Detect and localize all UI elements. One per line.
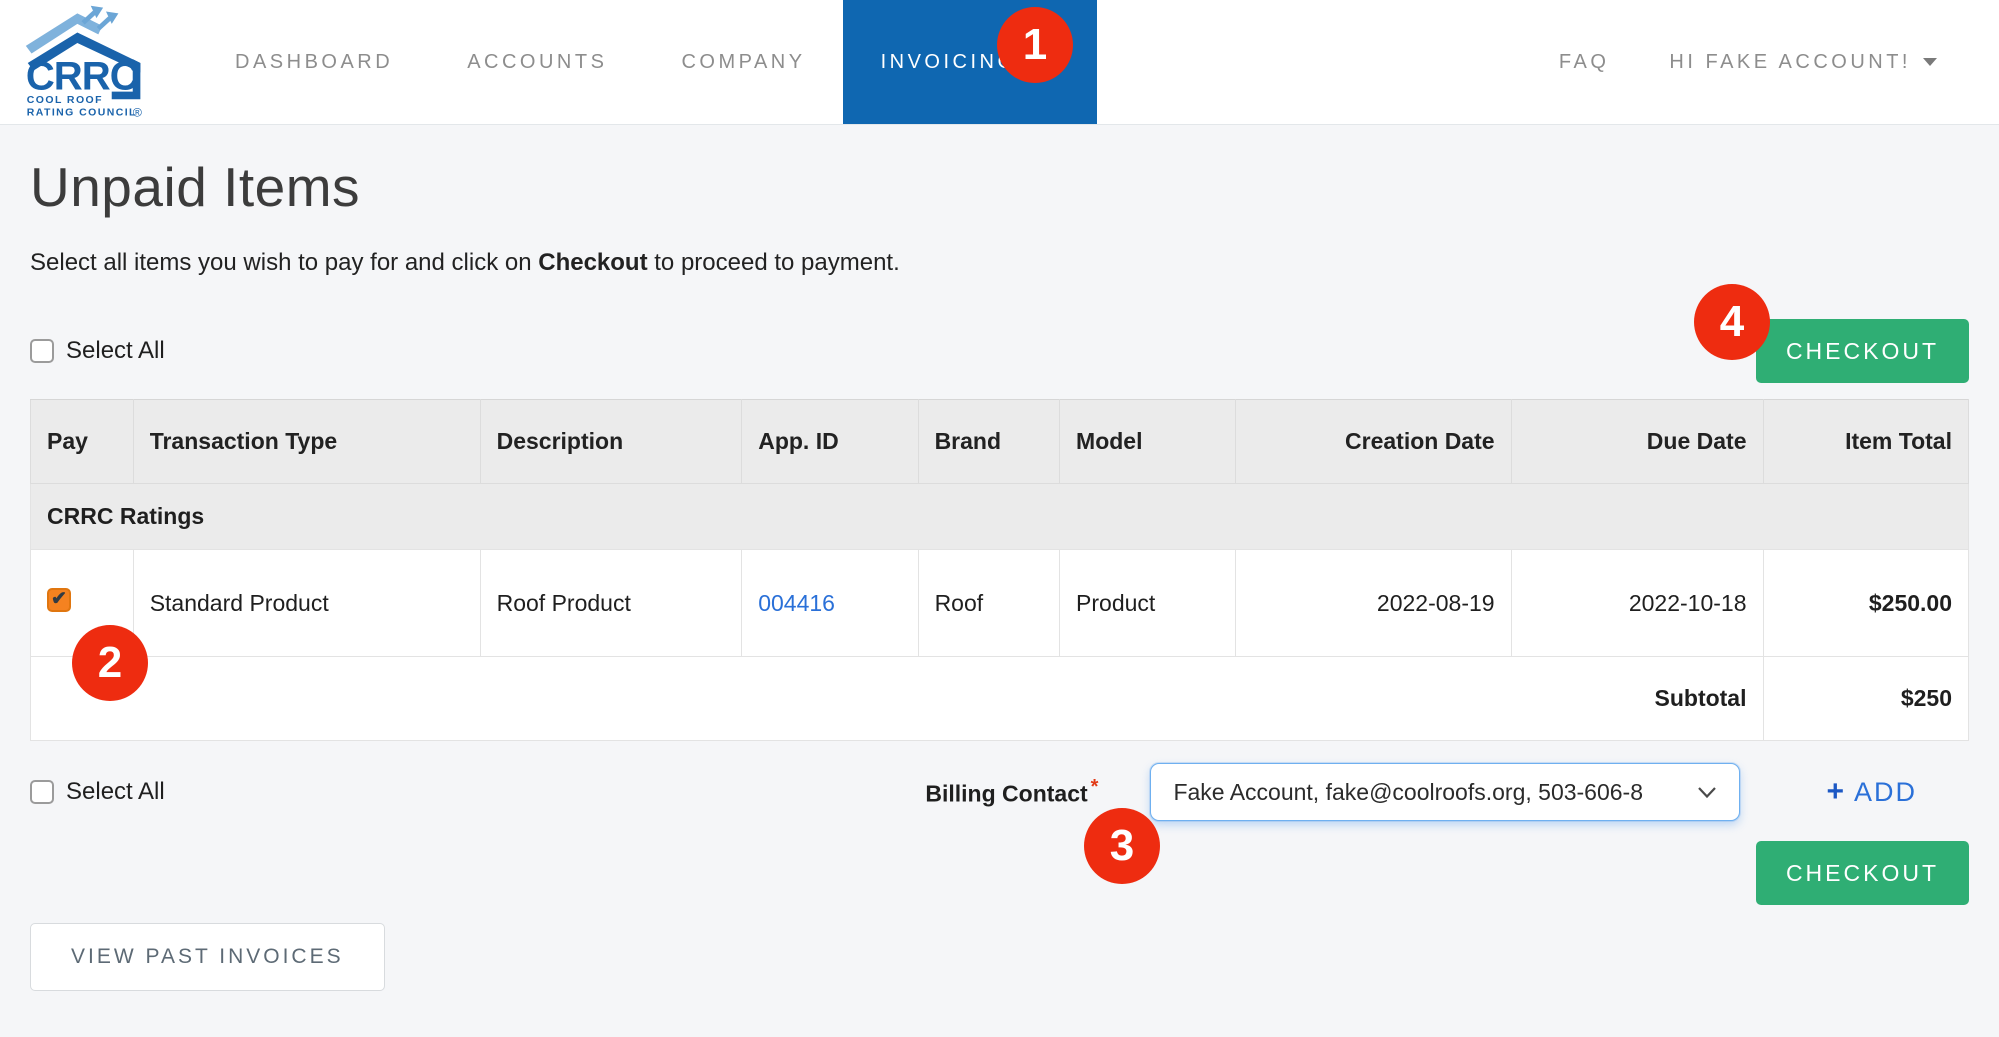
plus-icon: + [1826, 775, 1844, 809]
instruction-text: Select all items you wish to pay for and… [30, 249, 1969, 277]
billing-contact-group: Billing Contact* Fake Account, fake@cool… [925, 763, 1969, 821]
description-cell: Roof Product [480, 550, 742, 657]
toolbar-row: Select All CHECKOUT [30, 319, 1969, 383]
billing-contact-selected-value: Fake Account, fake@coolroofs.org, 503-60… [1173, 779, 1643, 806]
app-id-link[interactable]: 004416 [758, 590, 835, 616]
group-row-crrc-ratings: CRRC Ratings [31, 484, 1969, 550]
logo-caption-line2: RATING COUNCIL [27, 108, 137, 119]
col-header-transaction-type: Transaction Type [133, 400, 480, 484]
nav-invoicing-label: INVOICING [881, 51, 1017, 74]
annotation-step-3: 3 [1084, 808, 1160, 884]
due-date-cell: 2022-10-18 [1511, 550, 1763, 657]
billing-contact-label-text: Billing Contact [925, 781, 1087, 807]
brand-cell: Roof [918, 550, 1059, 657]
subtotal-row: Subtotal $250 [31, 657, 1969, 741]
col-header-brand: Brand [918, 400, 1059, 484]
account-menu-label: HI FAKE ACCOUNT! [1669, 51, 1911, 74]
annotation-step-2: 2 [72, 625, 148, 701]
chevron-down-icon [1697, 786, 1717, 799]
annotation-step-4: 4 [1694, 284, 1770, 360]
primary-nav: DASHBOARD ACCOUNTS COMPANY INVOICING 1 [198, 0, 1097, 124]
logo-acronym: CRRC [26, 55, 138, 99]
crrc-logo-icon: CRRC COOL ROOF RATING COUNCIL ® [22, 0, 148, 118]
checkout-bottom-row: CHECKOUT [30, 841, 1969, 905]
instruction-prefix: Select all items you wish to pay for and… [30, 249, 538, 276]
logo-caption-line1: COOL ROOF [27, 95, 103, 106]
col-header-item-total: Item Total [1763, 400, 1969, 484]
item-total-cell: $250.00 [1763, 550, 1969, 657]
pay-checkbox[interactable] [47, 588, 71, 612]
subtotal-label: Subtotal [1511, 657, 1763, 741]
crrc-logo[interactable]: CRRC COOL ROOF RATING COUNCIL ® [22, 0, 148, 123]
billing-contact-select[interactable]: Fake Account, fake@coolroofs.org, 503-60… [1150, 763, 1740, 821]
billing-contact-label: Billing Contact* [925, 776, 1098, 808]
app-id-cell: 004416 [742, 550, 918, 657]
account-menu[interactable]: HI FAKE ACCOUNT! [1669, 51, 1937, 74]
nav-item-dashboard[interactable]: DASHBOARD [198, 0, 430, 124]
secondary-nav: FAQ HI FAKE ACCOUNT! [1559, 51, 1999, 74]
required-asterisk: * [1091, 776, 1099, 798]
checkout-button-top[interactable]: CHECKOUT [1756, 319, 1969, 383]
billing-row: Select All Billing Contact* Fake Account… [30, 763, 1969, 821]
col-header-pay: Pay [31, 400, 134, 484]
subtotal-spacer [31, 657, 1512, 741]
main-content: Unpaid Items Select all items you wish t… [0, 155, 1999, 991]
col-header-description: Description [480, 400, 742, 484]
checkout-button-bottom[interactable]: CHECKOUT [1756, 841, 1969, 905]
unpaid-items-table: Pay Transaction Type Description App. ID… [30, 399, 1969, 741]
transaction-type-cell: Standard Product [133, 550, 480, 657]
select-all-checkbox-bottom[interactable] [30, 780, 54, 804]
table-row: Standard Product Roof Product 004416 Roo… [31, 550, 1969, 657]
col-header-creation-date: Creation Date [1236, 400, 1511, 484]
page-title: Unpaid Items [30, 155, 1969, 219]
select-all-label-bottom: Select All [66, 778, 165, 806]
select-all-top[interactable]: Select All [30, 337, 165, 365]
nav-item-faq[interactable]: FAQ [1559, 51, 1610, 74]
instruction-checkout-word: Checkout [538, 249, 647, 276]
select-all-label-top: Select All [66, 337, 165, 365]
registered-mark: ® [133, 106, 142, 119]
col-header-model: Model [1060, 400, 1236, 484]
subtotal-value: $250 [1763, 657, 1969, 741]
add-label: ADD [1854, 777, 1917, 808]
top-navbar: CRRC COOL ROOF RATING COUNCIL ® DASHBOAR… [0, 0, 1999, 125]
table-header-row: Pay Transaction Type Description App. ID… [31, 400, 1969, 484]
instruction-suffix: to proceed to payment. [648, 249, 900, 276]
nav-item-accounts[interactable]: ACCOUNTS [430, 0, 644, 124]
select-all-checkbox-top[interactable] [30, 339, 54, 363]
col-header-app-id: App. ID [742, 400, 918, 484]
chevron-down-icon [1923, 58, 1937, 66]
annotation-step-1: 1 [997, 7, 1073, 83]
select-all-bottom[interactable]: Select All [30, 778, 165, 806]
group-label: CRRC Ratings [31, 484, 1969, 550]
model-cell: Product [1060, 550, 1236, 657]
add-billing-contact-button[interactable]: + ADD [1826, 775, 1917, 809]
view-past-invoices-button[interactable]: VIEW PAST INVOICES [30, 923, 385, 991]
col-header-due-date: Due Date [1511, 400, 1763, 484]
nav-item-company[interactable]: COMPANY [644, 0, 842, 124]
creation-date-cell: 2022-08-19 [1236, 550, 1511, 657]
